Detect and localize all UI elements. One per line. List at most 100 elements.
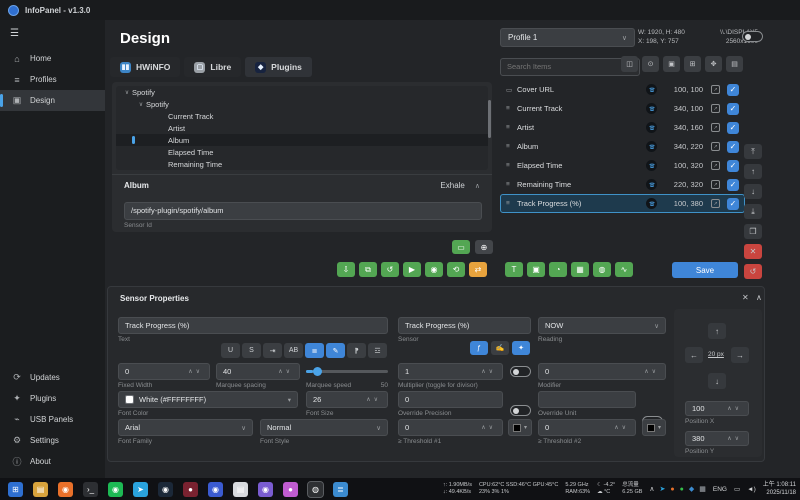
tray-icon[interactable]: ● <box>680 486 684 493</box>
modifier-stepper[interactable]: 0∧∨ <box>538 363 666 380</box>
collapse-chevron-icon[interactable]: ∧ <box>756 293 762 302</box>
search-input[interactable] <box>500 58 640 76</box>
add-item-button[interactable]: ▦ <box>571 262 589 277</box>
link-icon[interactable]: ↗ <box>711 123 720 132</box>
link-icon[interactable]: ↗ <box>711 142 720 151</box>
tool-button[interactable]: ▶ <box>403 262 421 277</box>
tree-row[interactable]: Current Track <box>116 110 488 122</box>
taskbar-app-icon[interactable]: ● <box>283 482 298 497</box>
multiplier-divisor-toggle[interactable] <box>510 366 531 377</box>
override-unit-input[interactable] <box>538 391 636 408</box>
display-toggle[interactable] <box>742 31 763 42</box>
font-color-select[interactable]: White (#FFFFFFFF)▾ <box>118 391 298 408</box>
panel-item-row[interactable]: ≡ Current Track 340, 100 ↗ ✓ <box>500 99 745 118</box>
sidebar-item[interactable]: ⟳ Updates <box>0 367 105 388</box>
tree-row[interactable]: Album <box>116 134 488 146</box>
format-button[interactable]: ≣ <box>305 343 324 358</box>
items-toolbar-button[interactable]: ⊙ <box>642 56 659 72</box>
panel-item-row[interactable]: ≡ Elapsed Time 100, 320 ↗ ✓ <box>500 156 745 175</box>
layer-tool-button[interactable]: ⤒ <box>744 144 762 159</box>
profile-select[interactable]: Profile 1 ∨ <box>500 28 635 47</box>
taskbar-app-icon[interactable]: ◉ <box>108 482 123 497</box>
threshold2-stepper[interactable]: 0∧∨ <box>538 419 636 436</box>
item-visible-checkbox[interactable]: ✓ <box>727 160 739 172</box>
tool-button[interactable]: ⟲ <box>447 262 465 277</box>
add-item-button[interactable]: T <box>505 262 523 277</box>
tray-icon[interactable]: ◆ <box>689 485 694 493</box>
nudge-right-button[interactable]: → <box>731 347 749 363</box>
taskbar-app-icon[interactable]: ◉ <box>258 482 273 497</box>
fixed-width-stepper[interactable]: 0∧∨ <box>118 363 210 380</box>
taskbar-app-icon[interactable]: ◉ <box>58 482 73 497</box>
tree-row[interactable]: ∨ Spotify <box>116 86 488 98</box>
panel-item-row[interactable]: ≡ Remaining Time 220, 320 ↗ ✓ <box>500 175 745 194</box>
link-icon[interactable]: ↗ <box>711 199 720 208</box>
tray-icon[interactable]: ▦ <box>699 485 706 493</box>
tool-button[interactable]: ◉ <box>425 262 443 277</box>
text-input[interactable]: Track Progress (%) <box>118 317 388 334</box>
nudge-up-button[interactable]: ↑ <box>708 323 726 339</box>
layer-tool-button[interactable]: ↺ <box>744 264 762 279</box>
sidebar-item[interactable]: ⌁ USB Panels <box>0 409 105 430</box>
items-toolbar-button[interactable]: ⊞ <box>684 56 701 72</box>
taskbar-app-icon[interactable]: ≣ <box>333 482 348 497</box>
sensor-input[interactable]: Track Progress (%) <box>398 317 531 334</box>
nudge-left-button[interactable]: ← <box>685 347 703 363</box>
close-icon[interactable]: ✕ <box>742 293 749 302</box>
save-button[interactable]: Save <box>672 262 738 278</box>
hamburger-menu-icon[interactable]: ☰ <box>10 28 19 39</box>
format-button[interactable]: S <box>242 343 261 358</box>
threshold2-color-picker[interactable]: ▾ <box>642 419 666 436</box>
tree-row[interactable]: Remaining Time <box>116 158 488 170</box>
taskbar-app-icon[interactable]: ▤ <box>33 482 48 497</box>
link-icon[interactable]: ↗ <box>711 180 720 189</box>
format-button[interactable]: ☲ <box>368 343 387 358</box>
touch-keyboard-icon[interactable]: ▭ <box>734 485 740 493</box>
position-x-stepper[interactable]: 100∧∨ <box>685 401 749 416</box>
tab[interactable]: ▮▮ HWiNFO <box>110 57 180 77</box>
layer-tool-button[interactable]: ❐ <box>744 224 762 239</box>
sidebar-item[interactable]: ⓘ About <box>0 451 105 472</box>
taskbar-app-icon[interactable]: ● <box>183 482 198 497</box>
tree-row[interactable]: Artist <box>116 122 488 134</box>
panel-item-row[interactable]: ≡ Track Progress (%) 100, 380 ↗ ✓ <box>500 194 745 213</box>
format-button[interactable]: ✎ <box>326 343 345 358</box>
sensor-tool-button[interactable]: ƒ <box>470 341 488 355</box>
collapse-chevron-icon[interactable]: ∧ <box>475 182 480 190</box>
tree-row[interactable]: Elapsed Time <box>116 146 488 158</box>
tool-button[interactable]: ↺ <box>381 262 399 277</box>
sidebar-item[interactable]: ⌂ Home <box>0 48 105 69</box>
marquee-spacing-stepper[interactable]: 40∧∨ <box>216 363 300 380</box>
multiplier-stepper[interactable]: 1∧∨ <box>398 363 503 380</box>
link-icon[interactable]: ↗ <box>711 104 720 113</box>
layer-tool-button[interactable]: ⤓ <box>744 204 762 219</box>
item-visible-checkbox[interactable]: ✓ <box>727 198 739 210</box>
add-item-button[interactable]: ◔ <box>549 262 567 277</box>
marquee-speed-slider[interactable] <box>306 363 388 380</box>
add-item-button[interactable]: ∿ <box>615 262 633 277</box>
items-toolbar-button[interactable]: ▤ <box>726 56 743 72</box>
items-toolbar-button[interactable]: ◫ <box>621 56 638 72</box>
sidebar-item[interactable]: ✦ Plugins <box>0 388 105 409</box>
add-item-button[interactable]: ▣ <box>527 262 545 277</box>
tool-button[interactable]: ⧉ <box>359 262 377 277</box>
link-icon[interactable]: ↗ <box>711 85 720 94</box>
layer-tool-button[interactable]: ↑ <box>744 164 762 179</box>
reading-select[interactable]: NOW∨ <box>538 317 666 334</box>
chevron-down-icon[interactable]: ∨ <box>136 101 146 108</box>
tool-button[interactable]: ▭ <box>452 240 470 254</box>
tree-row[interactable]: ∨ Spotify <box>116 98 488 110</box>
sensor-tool-button[interactable]: ✦ <box>512 341 530 355</box>
item-visible-checkbox[interactable]: ✓ <box>727 141 739 153</box>
panel-item-row[interactable]: ≡ Artist 340, 160 ↗ ✓ <box>500 118 745 137</box>
clock[interactable]: 上午 1:08:11 2025/11/18 <box>763 481 796 497</box>
taskbar-app-icon[interactable]: ⊞ <box>8 482 23 497</box>
sidebar-item[interactable]: ≡ Profiles <box>0 69 105 90</box>
tool-button[interactable]: ⊕ <box>475 240 493 254</box>
link-icon[interactable]: ↗ <box>711 161 720 170</box>
volume-icon[interactable]: ◄) <box>747 486 756 493</box>
sensor-id-input[interactable] <box>124 202 482 220</box>
nudge-down-button[interactable]: ↓ <box>708 373 726 389</box>
position-y-stepper[interactable]: 380∧∨ <box>685 431 749 446</box>
font-size-stepper[interactable]: 26∧∨ <box>306 391 388 408</box>
